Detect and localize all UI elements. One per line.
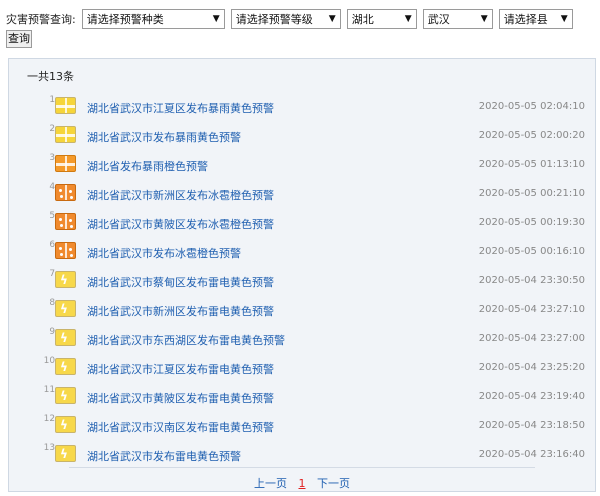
alert-title-link[interactable]: 湖北省武汉市发布暴雨黄色预警: [87, 129, 241, 145]
next-page-link[interactable]: 下一页: [317, 477, 350, 490]
alert-time: 2020-05-04 23:27:10: [478, 304, 585, 315]
list-item: 3. 湖北省发布暴雨橙色预警 2020-05-05 01:13:10: [9, 151, 595, 180]
alert-time: 2020-05-05 00:16:10: [478, 246, 585, 257]
alert-time: 2020-05-04 23:19:40: [478, 391, 585, 402]
rainstorm-yellow-icon: [55, 126, 76, 143]
alert-time: 2020-05-04 23:18:50: [478, 420, 585, 431]
alert-time: 2020-05-04 23:16:40: [478, 449, 585, 460]
alert-time: 2020-05-04 23:30:50: [478, 275, 585, 286]
list-item: 4. 湖北省武汉市新洲区发布冰雹橙色预警 2020-05-05 00:21:10: [9, 180, 595, 209]
list-item: 7. ϟ 湖北省武汉市蔡甸区发布雷电黄色预警 2020-05-04 23:30:50: [9, 267, 595, 296]
warning-type-select[interactable]: 请选择预警种类 ▼: [81, 9, 225, 29]
alert-title-link[interactable]: 湖北省武汉市黄陂区发布冰雹橙色预警: [87, 216, 274, 232]
alert-time: 2020-05-05 02:00:20: [478, 130, 585, 141]
chevron-down-icon: ▼: [404, 14, 412, 24]
thunder-yellow-icon: ϟ: [55, 358, 76, 375]
county-value: 请选择县: [503, 13, 548, 26]
alert-title-link[interactable]: 湖北省武汉市新洲区发布雷电黄色预警: [87, 303, 274, 319]
list-item: 13. ϟ 湖北省武汉市发布雷电黄色预警 2020-05-04 23:16:40: [9, 441, 595, 470]
thunder-yellow-icon: ϟ: [55, 271, 76, 288]
alert-title-link[interactable]: 湖北省武汉市发布冰雹橙色预警: [87, 245, 241, 261]
filter-label: 灾害预警查询:: [6, 13, 76, 26]
hail-orange-icon: [55, 213, 76, 230]
alert-time: 2020-05-04 23:25:20: [478, 362, 585, 373]
list-item: 6. 湖北省武汉市发布冰雹橙色预警 2020-05-05 00:16:10: [9, 238, 595, 267]
alert-time: 2020-05-05 01:13:10: [478, 159, 585, 170]
province-value: 湖北: [351, 13, 374, 26]
chevron-down-icon: ▼: [212, 14, 220, 24]
warning-level-value: 请选择预警等级: [235, 13, 313, 26]
thunder-yellow-icon: ϟ: [55, 329, 76, 346]
city-value: 武汉: [427, 13, 450, 26]
alert-list-panel: 一共13条 1. 湖北省武汉市江夏区发布暴雨黄色预警 2020-05-05 02:0…: [8, 58, 596, 492]
hail-orange-icon: [55, 242, 76, 259]
list-item: 2. 湖北省武汉市发布暴雨黄色预警 2020-05-05 02:00:20: [9, 122, 595, 151]
list-item: 10. ϟ 湖北省武汉市江夏区发布雷电黄色预警 2020-05-04 23:25:20: [9, 354, 595, 383]
filter-row: 灾害预警查询: 请选择预警种类 ▼ 请选择预警等级 ▼ 湖北 ▼ 武汉 ▼ 请选…: [6, 8, 596, 30]
alert-title-link[interactable]: 湖北省武汉市汉南区发布雷电黄色预警: [87, 419, 274, 435]
list-item: 9. ϟ 湖北省武汉市东西湖区发布雷电黄色预警 2020-05-04 23:27:00: [9, 325, 595, 354]
prev-page-link[interactable]: 上一页: [254, 477, 287, 490]
list-item: 11. ϟ 湖北省武汉市黄陂区发布雷电黄色预警 2020-05-04 23:19:40: [9, 383, 595, 412]
warning-level-select[interactable]: 请选择预警等级 ▼: [230, 9, 341, 29]
pager: 上一页 1 下一页: [69, 467, 535, 491]
thunder-yellow-icon: ϟ: [55, 300, 76, 317]
list-item: 12. ϟ 湖北省武汉市汉南区发布雷电黄色预警 2020-05-04 23:18:50: [9, 412, 595, 441]
province-select[interactable]: 湖北 ▼: [346, 9, 417, 29]
warning-type-value: 请选择预警种类: [86, 13, 164, 26]
list-item: 5. 湖北省武汉市黄陂区发布冰雹橙色预警 2020-05-05 00:19:30: [9, 209, 595, 238]
alert-title-link[interactable]: 湖北省武汉市新洲区发布冰雹橙色预警: [87, 187, 274, 203]
chevron-down-icon: ▼: [328, 14, 336, 24]
total-count: 一共13条: [27, 70, 74, 83]
city-select[interactable]: 武汉 ▼: [422, 9, 493, 29]
alert-time: 2020-05-05 02:04:10: [478, 101, 585, 112]
filter-bar: 灾害预警查询: 请选择预警种类 ▼ 请选择预警等级 ▼ 湖北 ▼ 武汉 ▼ 请选…: [6, 8, 596, 30]
list-item: 1. 湖北省武汉市江夏区发布暴雨黄色预警 2020-05-05 02:04:10: [9, 93, 595, 122]
alert-title-link[interactable]: 湖北省武汉市江夏区发布暴雨黄色预警: [87, 100, 274, 116]
query-button[interactable]: 查询: [6, 30, 32, 48]
alert-time: 2020-05-05 00:19:30: [478, 217, 585, 228]
alert-title-link[interactable]: 湖北省武汉市发布雷电黄色预警: [87, 448, 241, 464]
alert-title-link[interactable]: 湖北省武汉市江夏区发布雷电黄色预警: [87, 361, 274, 377]
alert-title-link[interactable]: 湖北省武汉市黄陂区发布雷电黄色预警: [87, 390, 274, 406]
thunder-yellow-icon: ϟ: [55, 387, 76, 404]
chevron-down-icon: ▼: [480, 14, 488, 24]
list-item: 8. ϟ 湖北省武汉市新洲区发布雷电黄色预警 2020-05-04 23:27:10: [9, 296, 595, 325]
alert-time: 2020-05-05 00:21:10: [478, 188, 585, 199]
alert-list: 1. 湖北省武汉市江夏区发布暴雨黄色预警 2020-05-05 02:04:10 2.…: [9, 93, 595, 470]
alert-time: 2020-05-04 23:27:00: [478, 333, 585, 344]
thunder-yellow-icon: ϟ: [55, 445, 76, 462]
rainstorm-orange-icon: [55, 155, 76, 172]
alert-title-link[interactable]: 湖北省武汉市蔡甸区发布雷电黄色预警: [87, 274, 274, 290]
current-page[interactable]: 1: [299, 477, 306, 490]
rainstorm-yellow-icon: [55, 97, 76, 114]
alert-title-link[interactable]: 湖北省发布暴雨橙色预警: [87, 158, 208, 174]
alert-title-link[interactable]: 湖北省武汉市东西湖区发布雷电黄色预警: [87, 332, 285, 348]
chevron-down-icon: ▼: [560, 14, 568, 24]
thunder-yellow-icon: ϟ: [55, 416, 76, 433]
county-select[interactable]: 请选择县 ▼: [498, 9, 573, 29]
hail-orange-icon: [55, 184, 76, 201]
